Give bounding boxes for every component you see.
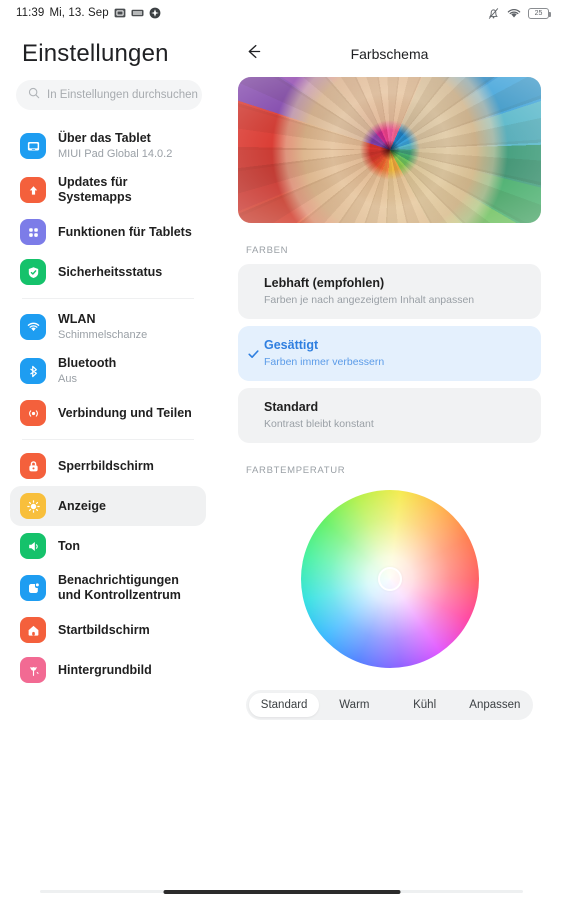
option-title: Standard	[264, 400, 319, 414]
option-subtitle: Farben immer verbessern	[264, 356, 385, 368]
sidebar-item-lock-screen[interactable]: Sperrbildschirm	[10, 446, 206, 486]
sidebar-item-label: Funktionen für Tablets	[58, 224, 192, 239]
status-time: 11:39	[16, 7, 45, 19]
back-arrow-icon	[244, 42, 263, 66]
sidebar-item-label: Verbindung und Teilen	[58, 405, 192, 420]
sidebar-item-label: Hintergrundbild	[58, 662, 152, 677]
battery-indicator: 25	[528, 7, 551, 19]
sidebar-item-sound[interactable]: Ton	[10, 526, 206, 566]
home-indicator[interactable]	[163, 889, 400, 894]
temperature-tabs[interactable]: Standard Warm Kühl Anpassen	[246, 690, 533, 720]
color-option-standard[interactable]: Standard Kontrast bleibt konstant	[238, 388, 541, 443]
search-placeholder: In Einstellungen durchsuchen	[47, 89, 198, 101]
sidebar-item-sublabel: Aus	[58, 373, 77, 385]
speaker-icon	[20, 533, 46, 559]
option-subtitle: Kontrast bleibt konstant	[264, 418, 374, 430]
sidebar-group-2: WLAN Schimmelschanze Bluetooth Aus Verbi…	[8, 305, 208, 433]
colors-section-label: FARBEN	[246, 245, 289, 256]
image-vignette	[238, 77, 541, 223]
sidebar-item-label: Bluetooth	[58, 356, 117, 370]
notifications-off-icon	[487, 7, 500, 20]
search-input[interactable]: In Einstellungen durchsuchen	[16, 80, 202, 110]
status-bar: 11:39 Mi, 13. Sep 25	[0, 0, 563, 26]
brightness-icon	[20, 493, 46, 519]
option-title: Gesättigt	[264, 338, 319, 352]
shield-check-icon	[20, 259, 46, 285]
check-icon	[247, 347, 260, 360]
tab-warm[interactable]: Warm	[319, 693, 389, 717]
grid-icon	[20, 219, 46, 245]
sidebar-item-notifications[interactable]: Benachrichtigungen und Kontrollzentrum	[10, 566, 206, 610]
sidebar-item-label: Ton	[58, 538, 80, 553]
color-temperature-wheel[interactable]	[300, 490, 479, 668]
status-date: Mi, 13. Sep	[49, 7, 109, 19]
sidebar-group-1: Über das Tablet MIUI Pad Global 14.0.2 U…	[8, 124, 208, 292]
tab-cool[interactable]: Kühl	[390, 693, 460, 717]
location-icon	[149, 7, 161, 19]
sidebar-item-sublabel: MIUI Pad Global 14.0.2	[58, 148, 173, 160]
arrow-up-icon	[20, 177, 46, 203]
wifi-icon	[507, 8, 521, 19]
sidebar-item-label: Sperrbildschirm	[58, 458, 154, 473]
sidebar-divider	[22, 298, 194, 299]
sidebar-item-connection-sharing[interactable]: Verbindung und Teilen	[10, 393, 206, 433]
screenshot-icon	[114, 7, 126, 19]
option-subtitle: Farben je nach angezeigtem Inhalt anpass…	[264, 294, 475, 306]
tablet-screen: 11:39 Mi, 13. Sep 25 Einstellungen In Ei…	[0, 0, 563, 900]
sidebar-item-label: Anzeige	[58, 498, 106, 513]
sidebar-item-label: Updates für Systemapps	[58, 175, 132, 204]
page-title: Einstellungen	[22, 40, 169, 67]
home-icon	[20, 617, 46, 643]
sidebar-item-sublabel: Schimmelschanze	[58, 329, 148, 341]
tab-standard[interactable]: Standard	[249, 693, 320, 717]
tab-custom[interactable]: Anpassen	[460, 693, 530, 717]
tablet-icon	[20, 133, 46, 159]
keyboard-icon	[131, 8, 144, 18]
temperature-section-label: FARBTEMPERATUR	[246, 465, 346, 476]
navigation-bar	[0, 878, 563, 900]
battery-level: 25	[534, 9, 543, 17]
sidebar-item-display[interactable]: Anzeige	[10, 486, 206, 526]
sidebar-item-label: Sicherheitsstatus	[58, 264, 163, 279]
status-bar-left: 11:39 Mi, 13. Sep	[16, 7, 161, 19]
detail-pane: Farbschema FARBEN Lebhaft (empfohlen) Fa…	[216, 26, 563, 878]
sidebar-group-3: Sperrbildschirm Anzeige Ton Benachrichti…	[8, 446, 208, 690]
wifi-icon	[20, 314, 46, 340]
sidebar-item-bluetooth[interactable]: Bluetooth Aus	[10, 349, 206, 393]
sidebar-item-tablet-features[interactable]: Funktionen für Tablets	[10, 212, 206, 252]
status-bar-right: 25	[487, 7, 551, 20]
notification-icon	[20, 575, 46, 601]
pane-header: Farbschema	[238, 32, 541, 76]
flower-icon	[20, 657, 46, 683]
sidebar-item-wlan[interactable]: WLAN Schimmelschanze	[10, 305, 206, 349]
bluetooth-icon	[20, 358, 46, 384]
color-option-vivid[interactable]: Lebhaft (empfohlen) Farben je nach angez…	[238, 264, 541, 319]
colored-pencils-image	[238, 77, 541, 223]
color-option-saturated[interactable]: Gesättigt Farben immer verbessern	[238, 326, 541, 381]
sidebar-item-label: WLAN	[58, 312, 96, 326]
sidebar-item-security-status[interactable]: Sicherheitsstatus	[10, 252, 206, 292]
option-title: Lebhaft (empfohlen)	[264, 276, 385, 290]
settings-sidebar[interactable]: Einstellungen In Einstellungen durchsuch…	[0, 26, 216, 878]
share-icon	[20, 400, 46, 426]
sidebar-item-label: Startbildschirm	[58, 622, 150, 637]
back-button[interactable]	[240, 41, 266, 67]
sidebar-item-home-screen[interactable]: Startbildschirm	[10, 610, 206, 650]
main-body: Einstellungen In Einstellungen durchsuch…	[0, 26, 563, 878]
lock-icon	[20, 453, 46, 479]
sidebar-item-label: Über das Tablet	[58, 131, 151, 145]
sidebar-item-wallpaper[interactable]: Hintergrundbild	[10, 650, 206, 690]
sidebar-divider	[22, 439, 194, 440]
sidebar-item-about-tablet[interactable]: Über das Tablet MIUI Pad Global 14.0.2	[10, 124, 206, 168]
sidebar-item-system-app-updates[interactable]: Updates für Systemapps	[10, 168, 206, 212]
color-wheel-container	[238, 490, 541, 668]
color-wheel-selector[interactable]	[377, 567, 402, 591]
pane-title: Farbschema	[350, 46, 429, 62]
sidebar-item-label: Benachrichtigungen und Kontrollzentrum	[58, 573, 181, 602]
search-icon	[28, 86, 40, 104]
